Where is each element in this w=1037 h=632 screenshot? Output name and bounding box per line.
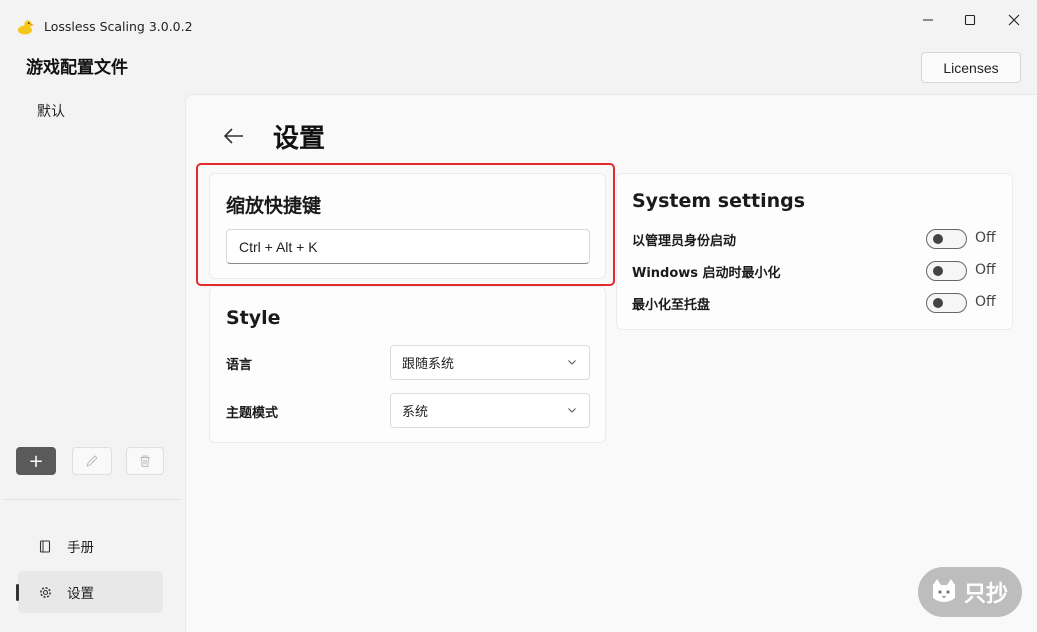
add-profile-button[interactable]: + [16,447,56,475]
close-button[interactable] [991,6,1037,34]
back-arrow-icon[interactable] [222,124,246,148]
trash-icon [140,455,150,467]
highlight-box [196,163,615,286]
toggle-state-start-minimized: Off [975,262,996,278]
nav-item-settings-label: 设置 [67,586,94,602]
gear-icon [37,586,53,599]
language-dropdown[interactable]: 跟随系统 [390,345,590,380]
minimize-icon [923,19,933,21]
toggle-state-minimize-to-tray: Off [975,294,996,310]
chevron-down-icon [568,360,576,365]
app-title: Lossless Scaling 3.0.0.2 [44,19,193,34]
cat-icon [933,579,955,602]
toggle-minimize-to-tray[interactable] [926,293,967,313]
chevron-down-icon [568,408,576,413]
theme-value: 系统 [402,405,429,420]
watermark-badge: 只抄 [918,567,1022,617]
close-icon [1008,14,1020,26]
setting-label-start-minimized: Windows 启动时最小化 [632,266,781,281]
system-settings-title: System settings [632,190,806,212]
nav-selection-indicator [16,584,19,601]
theme-dropdown[interactable]: 系统 [390,393,590,428]
toggle-knob [933,298,943,308]
plus-icon: + [28,450,44,472]
toggle-knob [933,234,943,244]
watermark-text: 只抄 [964,582,1009,607]
toggle-start-minimized[interactable] [926,261,967,281]
nav-item-manual-label: 手册 [67,540,94,556]
toggle-run-as-admin[interactable] [926,229,967,249]
nav-item-manual[interactable]: 手册 [18,525,163,567]
sidebar-divider [4,499,181,500]
pencil-icon [86,455,98,467]
profile-item-default[interactable]: 默认 [37,101,65,121]
duck-logo-icon [18,20,34,35]
language-label: 语言 [226,358,253,373]
maximize-icon [964,14,976,26]
theme-label: 主题模式 [226,406,279,421]
style-card-title: Style [226,307,281,329]
toggle-knob [933,266,943,276]
profiles-title: 游戏配置文件 [26,58,128,78]
setting-label-minimize-to-tray: 最小化至托盘 [632,298,711,313]
book-icon [37,539,53,553]
setting-label-run-as-admin: 以管理员身份启动 [632,234,737,249]
page-title: 设置 [273,124,326,154]
edit-profile-button[interactable] [72,447,112,475]
language-value: 跟随系统 [402,357,455,372]
maximize-button[interactable] [947,6,993,34]
nav-item-settings[interactable]: 设置 [18,571,163,613]
delete-profile-button[interactable] [126,447,164,475]
licenses-button[interactable]: Licenses [921,52,1021,83]
minimize-button[interactable] [905,6,951,34]
toggle-state-run-as-admin: Off [975,230,996,246]
